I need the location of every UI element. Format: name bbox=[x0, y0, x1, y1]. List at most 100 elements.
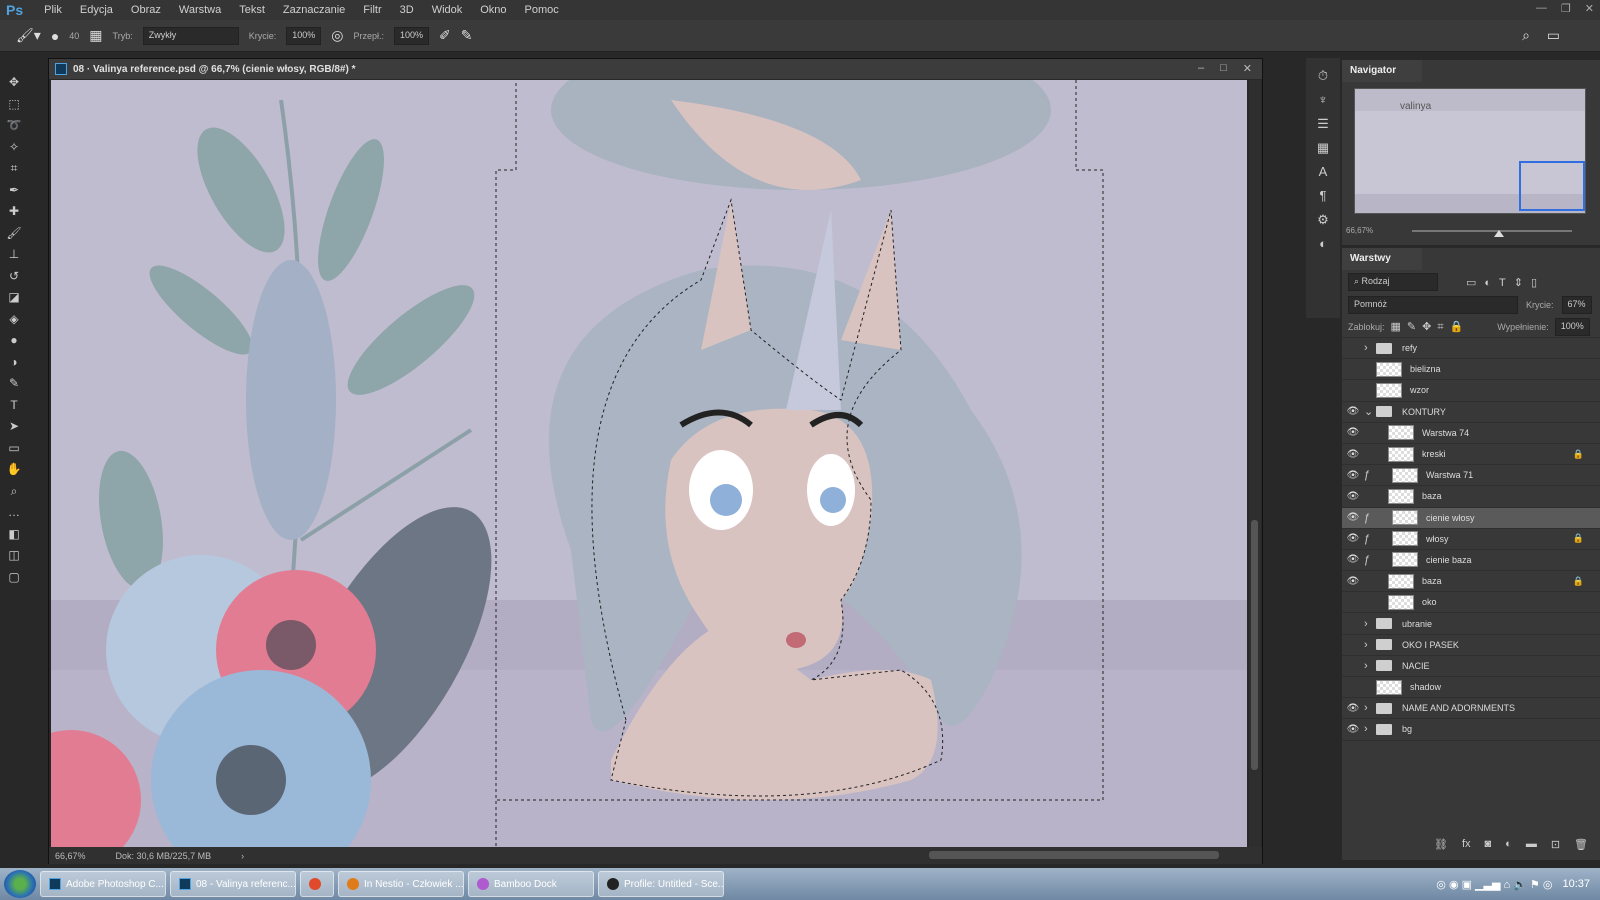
visibility-eye-icon[interactable]: 👁 bbox=[1342, 533, 1364, 544]
zoom-slider[interactable] bbox=[1412, 230, 1572, 237]
canvas[interactable] bbox=[51, 80, 1247, 847]
paragraph-icon[interactable]: ¶ bbox=[1320, 188, 1327, 206]
vertical-scrollbar[interactable] bbox=[1249, 80, 1261, 847]
healing-tool-icon[interactable]: ✚ bbox=[4, 203, 24, 221]
taskbar-item[interactable]: Profile: Untitled - Sce... bbox=[598, 871, 724, 897]
search-icon[interactable]: ⌕ bbox=[1522, 27, 1530, 44]
start-button[interactable] bbox=[4, 870, 36, 898]
bucket-tool-icon[interactable]: ◈ bbox=[4, 311, 24, 329]
layer-row[interactable]: 👁 ƒ cienie włosy bbox=[1342, 507, 1600, 529]
menu-7[interactable]: 3D bbox=[391, 4, 423, 16]
mask-icon[interactable]: ◙ bbox=[1485, 838, 1492, 858]
taskbar-item[interactable] bbox=[300, 871, 334, 897]
view-box[interactable] bbox=[1519, 161, 1585, 211]
layer-row[interactable]: › refy bbox=[1342, 338, 1600, 360]
visibility-eye-icon[interactable]: 👁 bbox=[1342, 491, 1364, 502]
tray-icons[interactable]: ◎ ◉ ▣ ▁▃▅ ⌂ 🔈 ⚑ ◎ bbox=[1436, 878, 1552, 891]
hand-tool-icon[interactable]: ✋ bbox=[4, 461, 24, 479]
airbrush-icon[interactable]: ✐ bbox=[439, 27, 451, 44]
maximize-icon[interactable]: □ bbox=[1220, 62, 1227, 75]
document-info[interactable]: Dok: 30,6 MB/225,7 MB bbox=[116, 851, 212, 861]
stamp-tool-icon[interactable]: ⊥ bbox=[4, 246, 24, 264]
layer-row[interactable]: 👁 › bg bbox=[1342, 719, 1600, 741]
visibility-eye-icon[interactable]: 👁 bbox=[1342, 449, 1364, 460]
layer-row[interactable]: › NACIE bbox=[1342, 656, 1600, 677]
layer-row[interactable]: bielizna bbox=[1342, 359, 1600, 381]
brushes-icon[interactable]: ♆ bbox=[1318, 92, 1328, 110]
screen-mode-tool-icon[interactable]: ▢ bbox=[4, 569, 24, 587]
visibility-eye-icon[interactable]: 👁 bbox=[1342, 470, 1364, 481]
zoom-tool-icon[interactable]: ⌕ bbox=[4, 483, 24, 501]
close-icon[interactable]: ✕ bbox=[1243, 62, 1252, 75]
character-icon[interactable]: A bbox=[1319, 164, 1328, 182]
menu-2[interactable]: Obraz bbox=[122, 4, 170, 16]
taskbar-item[interactable]: Bamboo Dock bbox=[468, 871, 594, 897]
eraser-tool-icon[interactable]: ◪ bbox=[4, 289, 24, 307]
brush-preset-icon[interactable]: ● bbox=[51, 28, 59, 44]
menu-4[interactable]: Tekst bbox=[230, 4, 274, 16]
layer-opacity-field[interactable]: 67% bbox=[1561, 296, 1592, 314]
navigator-zoom[interactable]: 66,67% bbox=[1346, 226, 1373, 235]
new-group-icon[interactable]: ▬ bbox=[1526, 838, 1537, 858]
brush-tool-icon[interactable]: 🖌 bbox=[4, 225, 24, 243]
path-select-tool-icon[interactable]: ➤ bbox=[4, 418, 24, 436]
minimize-icon[interactable]: — bbox=[1536, 2, 1547, 15]
menu-0[interactable]: Plik bbox=[35, 4, 71, 16]
visibility-eye-icon[interactable]: 👁 bbox=[1342, 427, 1364, 438]
lock-icons[interactable]: ▦✎✥⌗🔒 bbox=[1391, 320, 1470, 334]
menu-3[interactable]: Warstwa bbox=[170, 4, 230, 16]
layer-row[interactable]: › OKO I PASEK bbox=[1342, 635, 1600, 656]
horizontal-scrollbar[interactable] bbox=[929, 851, 1219, 859]
layer-row[interactable]: 👁 Warstwa 74 bbox=[1342, 423, 1600, 444]
menu-9[interactable]: Okno bbox=[471, 4, 515, 16]
layer-row[interactable]: wzor bbox=[1342, 380, 1600, 402]
tab-layers[interactable]: Warstwy bbox=[1342, 248, 1422, 270]
properties-icon[interactable]: ⚙ bbox=[1317, 212, 1329, 230]
taskbar-item[interactable]: In Nestio - Człowiek ... bbox=[338, 871, 464, 897]
eyedropper-tool-icon[interactable]: ✒ bbox=[4, 182, 24, 200]
minimize-icon[interactable]: – bbox=[1198, 62, 1204, 75]
pressure-opacity-icon[interactable]: ◎ bbox=[331, 27, 343, 44]
blend-mode-select[interactable]: Pomnóż bbox=[1348, 296, 1518, 314]
marquee-tool-icon[interactable]: ⬚ bbox=[4, 96, 24, 114]
visibility-eye-icon[interactable]: 👁 bbox=[1342, 554, 1364, 565]
history-brush-tool-icon[interactable]: ↺ bbox=[4, 268, 24, 286]
rectangle-tool-icon[interactable]: ▭ bbox=[4, 440, 24, 458]
layer-row[interactable]: 👁 ƒ cienie baza bbox=[1342, 550, 1600, 572]
adjustments-icon[interactable]: ☰ bbox=[1317, 116, 1329, 134]
layer-row[interactable]: 👁 ƒ Warstwa 71 bbox=[1342, 465, 1600, 487]
layer-row[interactable]: oko bbox=[1342, 592, 1600, 614]
menu-5[interactable]: Zaznaczanie bbox=[274, 4, 354, 16]
flow-field[interactable]: 100% bbox=[393, 26, 430, 45]
brush-panel-icon[interactable]: ▦ bbox=[89, 27, 102, 44]
layer-row[interactable]: 👁 › NAME AND ADORNMENTS bbox=[1342, 698, 1600, 720]
brush-tool-icon[interactable]: 🖌▾ bbox=[16, 27, 41, 44]
menu-1[interactable]: Edycja bbox=[71, 4, 122, 16]
opacity-field[interactable]: 100% bbox=[286, 26, 322, 45]
mode-select[interactable]: Zwykły bbox=[142, 26, 239, 45]
trash-icon[interactable]: 🗑 bbox=[1574, 838, 1588, 858]
magic-wand-tool-icon[interactable]: ✧ bbox=[4, 139, 24, 157]
tab-navigator[interactable]: Navigator bbox=[1342, 60, 1422, 82]
navigator-thumbnail[interactable]: valinya bbox=[1354, 88, 1586, 214]
history-icon[interactable]: ⏱ bbox=[1318, 68, 1328, 86]
link-icon[interactable]: ⛓ bbox=[1434, 838, 1448, 858]
more-tool-icon[interactable]: … bbox=[4, 504, 24, 522]
filter-kind-select[interactable]: ⌕ Rodzaj bbox=[1348, 273, 1438, 291]
layer-row[interactable]: 👁 ƒ włosy 🔒 bbox=[1342, 529, 1600, 550]
document-tab[interactable]: 08 · Valinya reference.psd @ 66,7% (cien… bbox=[49, 59, 1262, 79]
pressure-size-icon[interactable]: ✎ bbox=[461, 27, 473, 44]
pen-tool-icon[interactable]: ✎ bbox=[4, 375, 24, 393]
layer-row[interactable]: 👁 baza bbox=[1342, 486, 1600, 508]
visibility-eye-icon[interactable]: 👁 bbox=[1342, 512, 1364, 523]
adjustment-icon[interactable]: ◐ bbox=[1505, 838, 1512, 858]
menu-6[interactable]: Filtr bbox=[354, 4, 390, 16]
layer-row[interactable]: 👁 ⌄ KONTURY bbox=[1342, 402, 1600, 423]
menu-10[interactable]: Pomoc bbox=[516, 4, 568, 16]
quick-mask-tool-icon[interactable]: ◫ bbox=[4, 547, 24, 565]
restore-icon[interactable]: ❐ bbox=[1561, 2, 1571, 15]
zoom-level[interactable]: 66,67% bbox=[55, 851, 86, 861]
lasso-tool-icon[interactable]: ➰ bbox=[4, 117, 24, 135]
taskbar-item[interactable]: 08 - Valinya referenc... bbox=[170, 871, 296, 897]
crop-tool-icon[interactable]: ⌗ bbox=[4, 160, 24, 178]
